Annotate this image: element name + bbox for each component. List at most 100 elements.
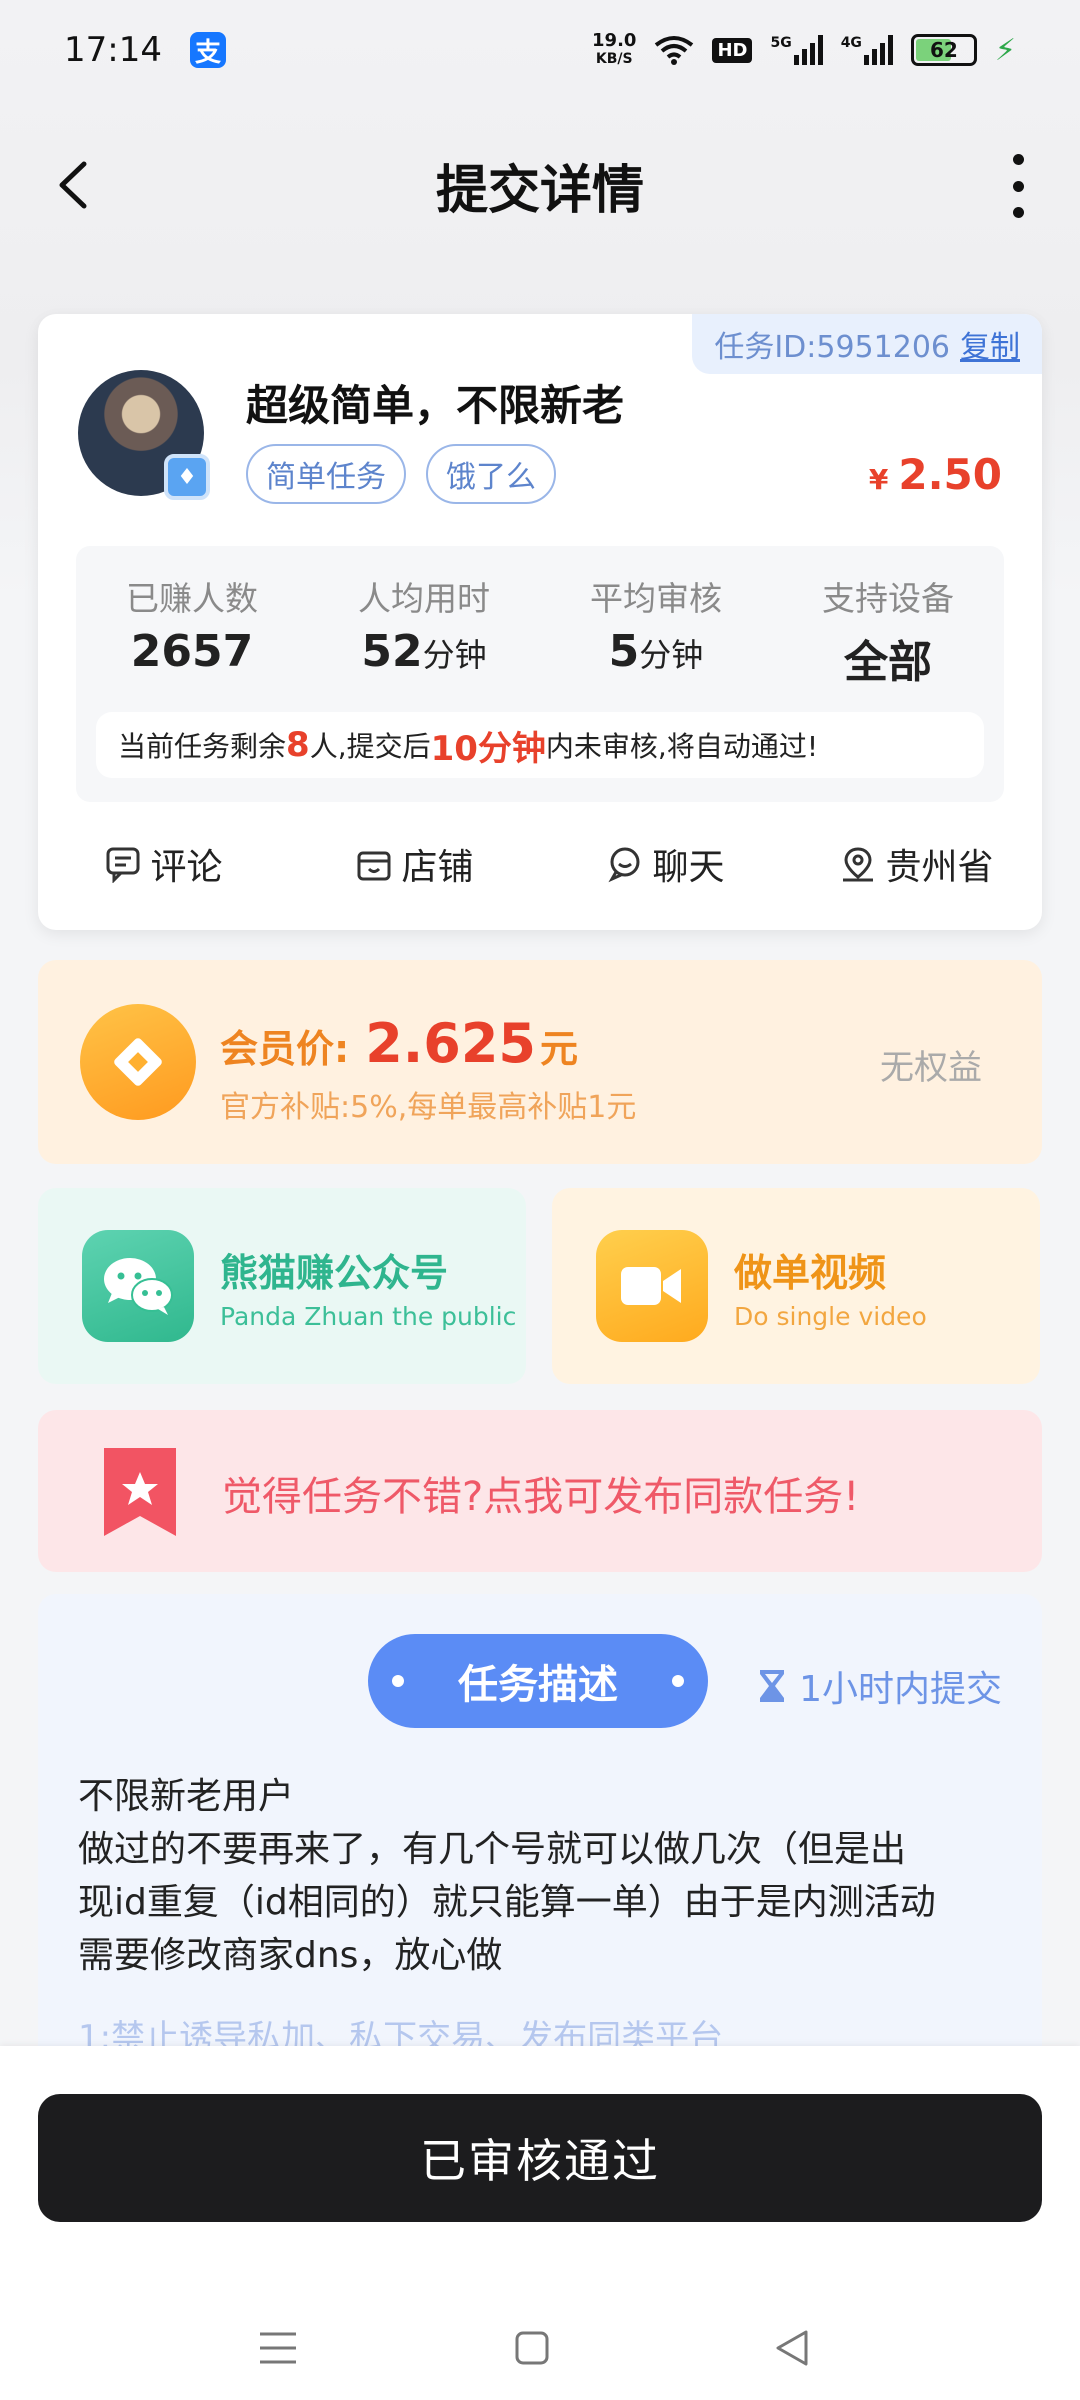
square-icon [515,2331,549,2365]
recent-apps-button[interactable] [246,2316,310,2380]
comment-label: 评论 [150,847,223,888]
location-icon [843,847,874,882]
signal-4g-label: 4G [840,35,862,51]
task-description-card: 任务描述 1小时内提交 不限新老用户 做过的不要再来了，有几个号就可以做几次（但… [38,1594,1042,2054]
location-label: 贵州省 [885,847,994,888]
stat-avg-time: 人均用时 52分钟 [308,572,540,690]
task-title: 超级简单，不限新老 [246,381,625,430]
more-dot-icon [1012,154,1024,165]
signal-5g-label: 5G [770,35,792,51]
bookmark-star-icon [104,1448,176,1536]
status-indicators: 19.0 KB/S HD 5G 4G 62 ⚡ [592,32,1016,68]
hd-voice-icon: HD [712,37,753,63]
stat-label: 支持设备 [822,579,954,618]
task-price: ¥2.50 [869,450,1002,499]
task-tag: 简单任务 [246,444,406,504]
coin-icon [80,1004,196,1120]
video-card-subtitle: Do single video [734,1302,927,1331]
task-description-tab: 任务描述 [368,1634,708,1728]
page-title: 提交详情 [435,160,644,221]
chat-label: 聊天 [652,847,725,888]
more-options-button[interactable] [1006,154,1030,218]
stat-value: 2657 [130,626,254,677]
network-speed-value: 19.0 [592,30,637,51]
deadline-text: 1小时内提交 [799,1669,1002,1710]
chat-icon [608,847,640,883]
network-speed-unit: KB/S [595,51,633,67]
more-dot-icon [1012,180,1024,192]
page-header: 提交详情 [0,130,1080,240]
chevron-left-icon [59,161,87,209]
currency-symbol: ¥ [868,463,889,496]
member-price-row: 会员价: 2.625 元 [220,1012,578,1075]
triangle-back-icon [776,2330,808,2366]
back-button[interactable] [40,150,110,220]
store-icon [357,851,391,881]
signal-4g-icon: 4G [841,35,893,65]
battery-level: 62 [930,38,958,62]
task-description-title: 任务描述 [458,1662,618,1708]
stat-avg-review: 平均审核 5分钟 [540,572,772,690]
task-tags: 简单任务 饿了么 [246,444,556,504]
comment-button[interactable]: 评论 [38,834,289,894]
description-line: 现id重复（id相同的）就只能算一单）由于是内测活动 [78,1882,936,1923]
video-camera-icon [596,1230,708,1342]
member-subsidy-text: 官方补贴:5%,每单最高补贴1元 [220,1090,637,1125]
wechat-card-title: 熊猫赚公众号 [220,1251,449,1295]
home-button[interactable] [500,2316,564,2380]
system-navigation-bar [0,2316,1080,2380]
copy-id-link[interactable]: 复制 [960,330,1020,365]
menu-icon [260,2332,296,2364]
network-speed: 19.0 KB/S [592,32,636,68]
store-label: 店铺 [401,847,474,888]
member-price-value: 2.625 [365,1012,537,1075]
task-video-card[interactable]: 做单视频 Do single video [552,1188,1040,1384]
task-id-tag: 任务ID:5951206 复制 [692,314,1042,374]
stat-devices: 支持设备 全部 [772,572,1004,690]
member-price-label: 会员价: [220,1027,350,1071]
video-card-title: 做单视频 [734,1251,887,1295]
wechat-card-subtitle: Panda Zhuan the public [220,1302,517,1331]
task-description-text: 不限新老用户 做过的不要再来了，有几个号就可以做几次（但是出 现id重复（id相… [78,1770,1008,1982]
description-line: 需要修改商家dns，放心做 [78,1935,503,1976]
task-id: 任务ID:5951206 [714,330,950,365]
task-tag: 饿了么 [426,444,556,504]
system-back-button[interactable] [760,2316,824,2380]
publish-similar-task-banner[interactable]: 觉得任务不错?点我可发布同款任务! [38,1410,1042,1572]
battery-icon: 62 [910,34,977,66]
comment-icon [106,847,140,883]
wifi-icon [655,36,694,65]
bottom-action-area: 已审核通过 [0,2046,1080,2400]
charging-icon: ⚡ [994,32,1016,68]
member-benefit-status: 无权益 [880,1048,982,1088]
stat-label: 平均审核 [590,579,722,618]
status-bar: 17:14 支 19.0 KB/S HD 5G 4G 62 ⚡ [0,0,1080,100]
task-card: 任务ID:5951206 复制 ♦ 超级简单，不限新老 简单任务 饿了么 ¥2.5… [38,314,1042,930]
stat-earned-count: 已赚人数 2657 [76,572,308,690]
stat-label: 已赚人数 [126,579,258,618]
member-price-card[interactable]: 会员价: 2.625 元 官方补贴:5%,每单最高补贴1元 无权益 [38,960,1042,1164]
location-button[interactable]: 贵州省 [791,834,1042,894]
hourglass-icon [760,1670,785,1702]
price-value: 2.50 [898,450,1002,499]
stat-value: 5分钟 [608,626,704,677]
stat-value: 52分钟 [361,626,487,677]
stat-value: 全部 [844,637,932,688]
store-button[interactable]: 店铺 [289,834,540,894]
description-line: 做过的不要再来了，有几个号就可以做几次（但是出 [78,1829,907,1870]
wechat-icon [82,1230,194,1342]
wechat-official-account-card[interactable]: 熊猫赚公众号 Panda Zhuan the public [38,1188,526,1384]
approved-status-button[interactable]: 已审核通过 [38,2094,1042,2222]
more-dot-icon [1012,207,1024,218]
submission-deadline: 1小时内提交 [757,1660,1002,1712]
publish-banner-text: 觉得任务不错?点我可发布同款任务! [222,1474,860,1520]
signal-5g-icon: 5G [770,35,823,65]
chat-button[interactable]: 聊天 [540,834,791,894]
alipay-notification-icon: 支 [189,32,226,68]
member-price-unit: 元 [540,1027,579,1071]
task-actions: 评论 店铺 聊天 贵州省 [38,834,1042,894]
auto-approve-notice: 当前任务剩余 8 人,提交后 10分钟 内未审核,将自动通过! [96,712,984,778]
stat-label: 人均用时 [358,579,490,618]
stats-panel: 已赚人数 2657 人均用时 52分钟 平均审核 5分钟 支持设备 全部 当前任… [76,546,1004,802]
level-badge-icon: ♦ [164,454,210,500]
